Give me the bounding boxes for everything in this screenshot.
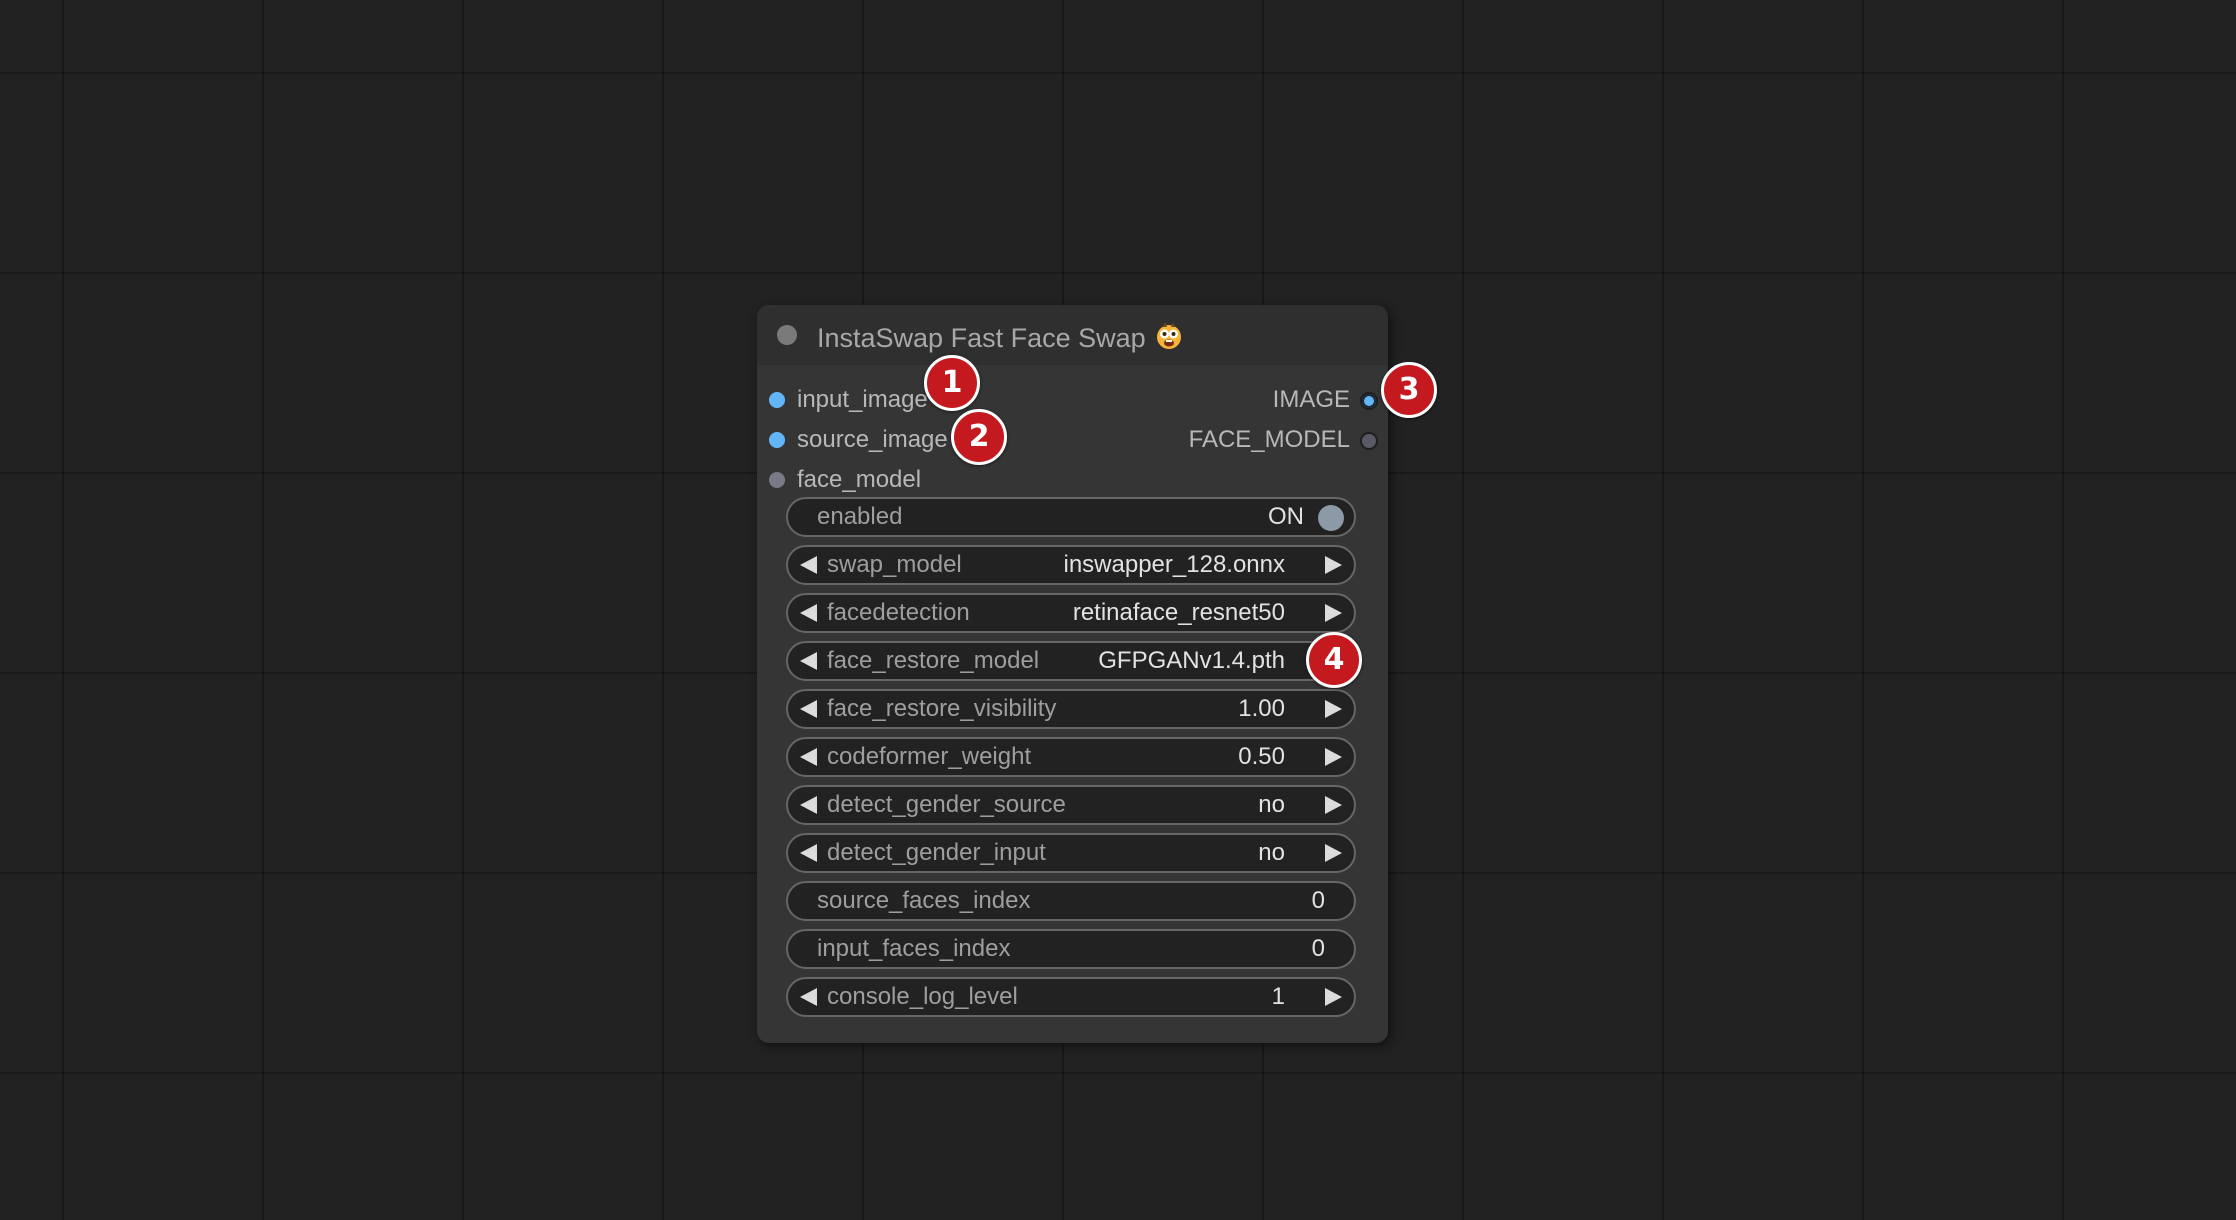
source-faces-index-text[interactable]: source_faces_index 0 [786,881,1356,921]
input-faces-index-label: input_faces_index [817,935,1011,962]
console-log-level-value: 1 [1271,983,1285,1010]
face-model-output-label: FACE_MODEL [1188,426,1350,453]
annotation-badge-2: 2 [951,409,1007,465]
face-restore-visibility-number[interactable]: face_restore_visibility 1.00 [786,689,1356,729]
increment-arrow-icon[interactable] [1325,604,1342,622]
input-faces-index-text[interactable]: input_faces_index 0 [786,929,1356,969]
swap-model-combo[interactable]: swap_model inswapper_128.onnx [786,545,1356,585]
face-restore-model-value: GFPGANv1.4.pth [1098,647,1285,674]
increment-arrow-icon[interactable] [1325,700,1342,718]
annotation-badge-4: 4 [1306,632,1362,688]
decrement-arrow-icon[interactable] [800,988,817,1006]
decrement-arrow-icon[interactable] [800,604,817,622]
increment-arrow-icon[interactable] [1325,556,1342,574]
increment-arrow-icon[interactable] [1325,748,1342,766]
face-model-output-connector-dot[interactable] [1360,432,1378,450]
collapse-dot[interactable] [777,325,797,345]
source-image-label: source_image [797,426,948,453]
source-image-connector-dot[interactable] [769,432,785,448]
image-output-connector-dot[interactable] [1360,392,1378,410]
increment-arrow-icon[interactable] [1325,988,1342,1006]
input-slot-source-image[interactable]: source_image [769,425,948,455]
decrement-arrow-icon[interactable] [800,556,817,574]
input-slot-face-model[interactable]: face_model [769,465,921,495]
face-restore-visibility-label: face_restore_visibility [827,695,1057,722]
facedetection-value: retinaface_resnet50 [1072,599,1285,626]
face-swap-node[interactable]: InstaSwap Fast Face Swap input_image sou… [757,305,1388,1043]
output-slot-face-model[interactable]: FACE_MODEL [1189,425,1378,455]
face-restore-model-label: face_restore_model [827,647,1040,674]
swap-model-label: swap_model [827,551,962,578]
toggle-knob-icon[interactable] [1318,505,1344,531]
decrement-arrow-icon[interactable] [800,652,817,670]
detect-gender-input-label: detect_gender_input [827,839,1046,866]
decrement-arrow-icon[interactable] [800,796,817,814]
detect-gender-input-combo[interactable]: detect_gender_input no [786,833,1356,873]
face-restore-visibility-value: 1.00 [1238,695,1285,722]
face-model-connector-dot[interactable] [769,472,785,488]
decrement-arrow-icon[interactable] [800,748,817,766]
increment-arrow-icon[interactable] [1325,844,1342,862]
codeformer-weight-value: 0.50 [1238,743,1285,770]
console-log-level-label: console_log_level [827,983,1018,1010]
detect-gender-source-label: detect_gender_source [827,791,1066,818]
console-log-level-combo[interactable]: console_log_level 1 [786,977,1356,1017]
detect-gender-input-value: no [1258,839,1285,866]
input-faces-index-value: 0 [1311,935,1325,962]
face-emoji-icon [1156,322,1181,349]
face-restore-model-combo[interactable]: face_restore_model GFPGANv1.4.pth [786,641,1356,681]
enabled-label: enabled [817,503,903,530]
source-faces-index-label: source_faces_index [817,887,1031,914]
annotation-badge-1: 1 [924,355,980,411]
detect-gender-source-value: no [1258,791,1285,818]
decrement-arrow-icon[interactable] [800,844,817,862]
node-title: InstaSwap Fast Face Swap [817,321,1184,353]
output-slot-image[interactable]: IMAGE [1273,385,1378,415]
image-output-label: IMAGE [1272,386,1350,413]
input-image-label: input_image [797,386,928,413]
facedetection-label: facedetection [827,599,970,626]
increment-arrow-icon[interactable] [1325,796,1342,814]
annotation-badge-3: 3 [1381,362,1437,418]
codeformer-weight-number[interactable]: codeformer_weight 0.50 [786,737,1356,777]
enabled-toggle[interactable]: enabled ON [786,497,1356,537]
detect-gender-source-combo[interactable]: detect_gender_source no [786,785,1356,825]
codeformer-weight-label: codeformer_weight [827,743,1032,770]
decrement-arrow-icon[interactable] [800,700,817,718]
enabled-value: ON [1268,503,1304,530]
node-title-bar[interactable]: InstaSwap Fast Face Swap [757,305,1388,365]
facedetection-combo[interactable]: facedetection retinaface_resnet50 [786,593,1356,633]
swap-model-value: inswapper_128.onnx [1063,551,1286,578]
input-image-connector-dot[interactable] [769,392,785,408]
face-model-label: face_model [797,466,922,493]
input-slot-input-image[interactable]: input_image [769,385,928,415]
node-title-label: InstaSwap Fast Face Swap [817,323,1146,353]
source-faces-index-value: 0 [1311,887,1325,914]
